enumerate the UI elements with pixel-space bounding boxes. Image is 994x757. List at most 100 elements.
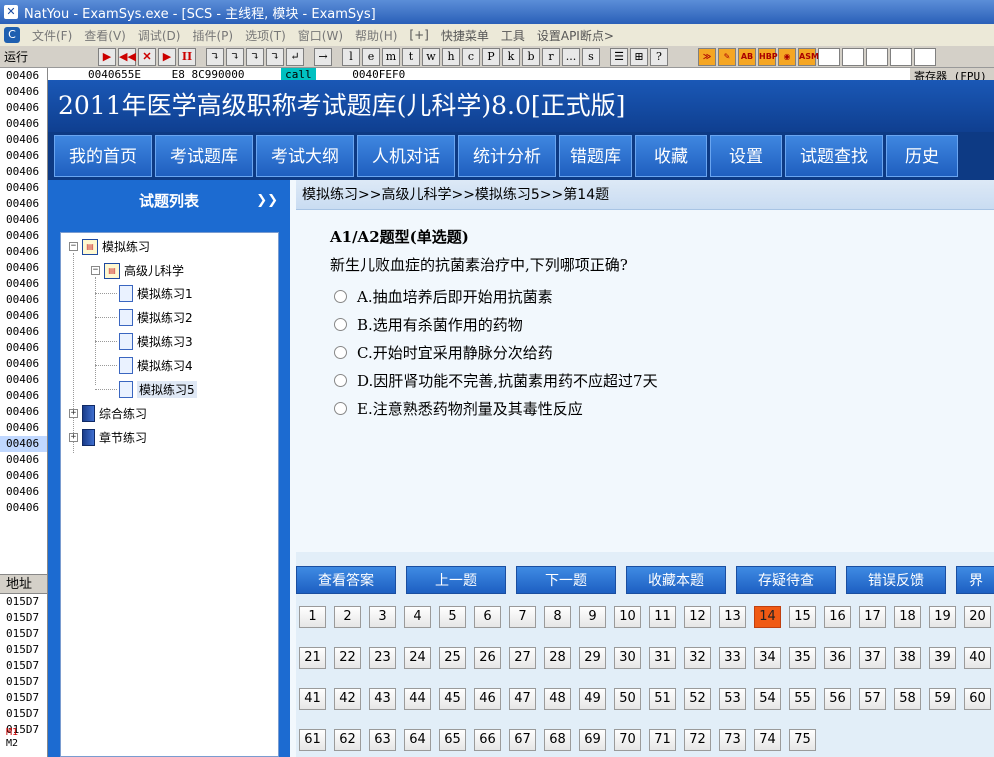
toolbar-button[interactable]: ▶ (158, 47, 176, 66)
question-number-button[interactable]: 68 (544, 729, 571, 751)
radio-icon[interactable] (334, 346, 347, 359)
nav-tab[interactable]: 历史 (886, 135, 958, 177)
question-number-button[interactable]: 56 (824, 688, 851, 710)
option-d[interactable]: D.因肝肾功能不完善,抗菌素用药不应超过7天 (334, 370, 658, 391)
question-number-button[interactable]: 71 (649, 729, 676, 751)
menu-item[interactable]: 帮助(H) (355, 27, 397, 44)
question-number-button[interactable]: 48 (544, 688, 571, 710)
toolbar-button[interactable]: k (502, 47, 520, 66)
option-a[interactable]: A.抽血培养后即开始用抗菌素 (334, 286, 553, 307)
question-number-button[interactable]: 57 (859, 688, 886, 710)
nav-tab[interactable]: 我的首页 (54, 135, 152, 177)
question-number-button[interactable]: 60 (964, 688, 991, 710)
question-number-button[interactable]: 30 (614, 647, 641, 669)
question-number-button[interactable]: 8 (544, 606, 571, 628)
toolbar-button[interactable]: w (422, 47, 440, 66)
radio-icon[interactable] (334, 402, 347, 415)
question-number-button[interactable]: 50 (614, 688, 641, 710)
menu-item[interactable]: 插件(P) (192, 27, 233, 44)
tree-node-child[interactable]: − ▤ 高级儿科学 (91, 262, 184, 279)
disasm-address[interactable]: 00406 (0, 308, 47, 324)
disasm-address[interactable]: 00406 (0, 100, 47, 116)
disasm-address[interactable]: 00406 (0, 244, 47, 260)
menu-item[interactable]: 设置API断点> (537, 27, 614, 44)
question-number-button[interactable]: 7 (509, 606, 536, 628)
action-button[interactable]: 存疑待查 (736, 566, 836, 594)
disasm-address[interactable]: 00406 (0, 356, 47, 372)
question-number-button[interactable]: 28 (544, 647, 571, 669)
question-number-button[interactable]: 35 (789, 647, 816, 669)
plugin-button[interactable]: AB (738, 47, 756, 66)
toolbar-button[interactable]: h (442, 47, 460, 66)
nav-tab[interactable]: 设置 (710, 135, 782, 177)
toolbar-button[interactable]: ✕ (138, 47, 156, 66)
plugin-button[interactable]: ✎ (718, 47, 736, 66)
question-number-button[interactable]: 14 (754, 606, 781, 628)
question-number-button[interactable]: 75 (789, 729, 816, 751)
nav-tab[interactable]: 试题查找 (785, 135, 883, 177)
disasm-address[interactable]: 00406 (0, 324, 47, 340)
question-number-button[interactable]: 65 (439, 729, 466, 751)
question-number-button[interactable]: 22 (334, 647, 361, 669)
question-number-button[interactable]: 69 (579, 729, 606, 751)
toolbar-button[interactable]: II (178, 47, 196, 66)
disasm-address[interactable]: 00406 (0, 420, 47, 436)
question-number-button[interactable]: 27 (509, 647, 536, 669)
question-number-button[interactable]: 1 (299, 606, 326, 628)
question-number-button[interactable]: 15 (789, 606, 816, 628)
tree-node-root[interactable]: − ▤ 模拟练习 (69, 238, 150, 255)
option-e[interactable]: E.注意熟悉药物剂量及其毒性反应 (334, 398, 583, 419)
toolbar-button[interactable]: ? (650, 47, 668, 66)
question-number-button[interactable]: 4 (404, 606, 431, 628)
tree-leaf[interactable]: 模拟练习1 (119, 285, 193, 302)
question-number-button[interactable]: 62 (334, 729, 361, 751)
disasm-address[interactable]: 00406 (0, 84, 47, 100)
tree-leaf[interactable]: 模拟练习3 (119, 333, 193, 350)
question-number-button[interactable]: 53 (719, 688, 746, 710)
disasm-address[interactable]: 00406 (0, 404, 47, 420)
disasm-address[interactable]: 00406 (0, 340, 47, 356)
question-number-button[interactable]: 32 (684, 647, 711, 669)
toolbar-button[interactable]: ... (562, 47, 580, 66)
disasm-address[interactable]: 00406 (0, 292, 47, 308)
question-number-button[interactable]: 74 (754, 729, 781, 751)
question-number-button[interactable]: 39 (929, 647, 956, 669)
blank-toolbar-button[interactable] (890, 47, 912, 66)
disasm-address[interactable]: 00406 (0, 468, 47, 484)
toolbar-button[interactable]: P (482, 47, 500, 66)
toolbar-button[interactable]: ◀◀ (118, 47, 136, 66)
question-number-button[interactable]: 36 (824, 647, 851, 669)
plugin-button[interactable]: ◉ (778, 47, 796, 66)
toolbar-button[interactable]: ⊞ (630, 47, 648, 66)
toolbar-button[interactable]: ↴ (266, 47, 284, 66)
memory-address[interactable]: 015D7 (0, 610, 47, 626)
option-b[interactable]: B.选用有杀菌作用的药物 (334, 314, 523, 335)
question-number-button[interactable]: 3 (369, 606, 396, 628)
radio-icon[interactable] (334, 374, 347, 387)
menu-item[interactable]: 窗口(W) (298, 27, 343, 44)
menu-logo-icon[interactable]: C (4, 27, 20, 43)
toolbar-button[interactable]: b (522, 47, 540, 66)
question-number-button[interactable]: 6 (474, 606, 501, 628)
disasm-address[interactable]: 00406 (0, 452, 47, 468)
question-number-button[interactable]: 63 (369, 729, 396, 751)
disasm-address[interactable]: 00406 (0, 212, 47, 228)
action-button[interactable]: 错误反馈 (846, 566, 946, 594)
question-number-button[interactable]: 16 (824, 606, 851, 628)
radio-icon[interactable] (334, 318, 347, 331)
toolbar-button[interactable]: ↴ (226, 47, 244, 66)
question-number-button[interactable]: 2 (334, 606, 361, 628)
question-number-button[interactable]: 49 (579, 688, 606, 710)
disasm-address[interactable]: 00406 (0, 276, 47, 292)
question-number-button[interactable]: 45 (439, 688, 466, 710)
question-number-button[interactable]: 18 (894, 606, 921, 628)
radio-icon[interactable] (334, 290, 347, 303)
question-number-button[interactable]: 59 (929, 688, 956, 710)
disasm-address[interactable]: 00406 (0, 484, 47, 500)
tree-leaf[interactable]: 模拟练习2 (119, 309, 193, 326)
toolbar-button[interactable]: ↴ (246, 47, 264, 66)
question-number-button[interactable]: 72 (684, 729, 711, 751)
memory-address[interactable]: 015D7 (0, 594, 47, 610)
nav-tab[interactable]: 人机对话 (357, 135, 455, 177)
disasm-address[interactable]: 00406 (0, 196, 47, 212)
